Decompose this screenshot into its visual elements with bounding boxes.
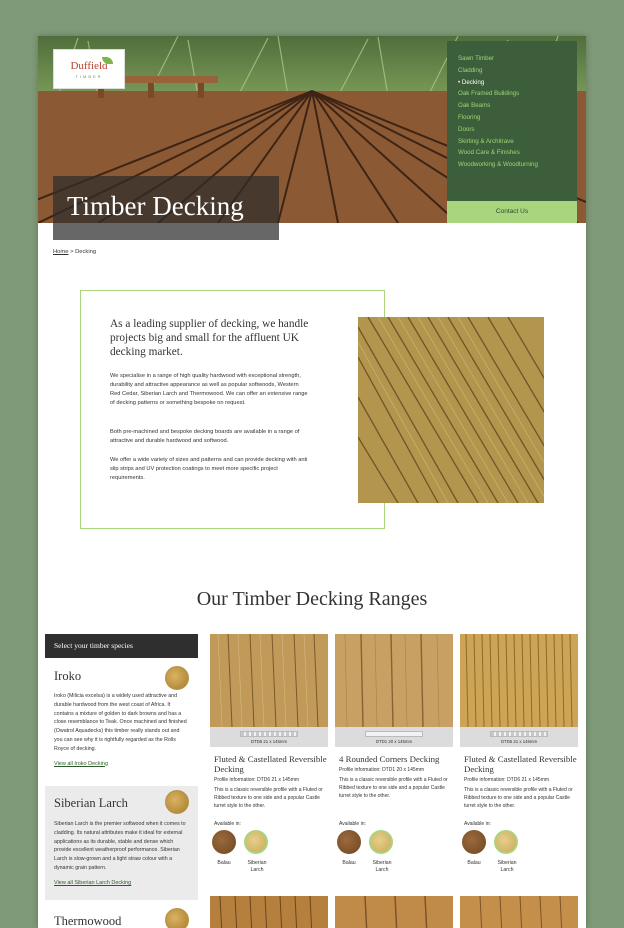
- nav-item-skirting[interactable]: Skirting & Architrave: [458, 136, 577, 148]
- product-profile: Profile information: DTD6 21 x 145mm: [214, 777, 300, 783]
- view-larch-link[interactable]: View all Siberian Larch Decking: [54, 880, 189, 886]
- product-title[interactable]: 4 Rounded Corners Decking: [335, 754, 453, 764]
- product-photo: [210, 634, 328, 727]
- product-image: DTD1 20 x 145mm: [335, 634, 453, 748]
- breadcrumb-current: Decking: [75, 249, 97, 255]
- profile-diagram: [490, 731, 548, 737]
- decking-photo: [358, 317, 544, 503]
- larch-swatch-icon[interactable]: [165, 790, 189, 814]
- balau-swatch-icon[interactable]: [462, 830, 486, 854]
- product-photo-next-2[interactable]: [335, 896, 453, 928]
- product-desc: This is a classic reversible profile wit…: [214, 787, 323, 810]
- product-profile: Profile information: DTD6 21 x 145mm: [464, 777, 550, 783]
- profile-strip: DTD6 21 x 145mm: [210, 727, 328, 747]
- product-image: DTD6 21 x 145mm: [460, 634, 578, 748]
- nav-item-oak-framed-buildings[interactable]: Oak Framed Buildings: [458, 88, 577, 100]
- view-iroko-link[interactable]: View all Iroko Decking: [54, 761, 189, 767]
- side-nav: Sawn Timber Cladding • Decking Oak Frame…: [447, 41, 577, 201]
- product-title[interactable]: Fluted & Castellated Reversible Decking: [210, 754, 328, 774]
- nav-item-woodworking[interactable]: Woodworking & Woodturning: [458, 159, 577, 171]
- larch-swatch-icon[interactable]: [369, 830, 393, 854]
- product-desc: This is a classic reversible profile wit…: [339, 777, 448, 800]
- larch-swatch-icon[interactable]: [244, 830, 268, 854]
- profile-diagram: [240, 731, 298, 737]
- profile-code: DTD1 20 x 145mm: [375, 739, 413, 744]
- balau-label: Balau: [217, 860, 231, 866]
- logo[interactable]: Duffield TIMBER: [53, 49, 125, 89]
- profile-strip: DTD6 21 x 145mm: [460, 727, 578, 747]
- balau-swatch-icon[interactable]: [337, 830, 361, 854]
- nav-item-sawn-timber[interactable]: Sawn Timber: [458, 53, 577, 65]
- available-label: Available in:: [339, 821, 366, 827]
- nav-item-doors[interactable]: Doors: [458, 124, 577, 136]
- product-desc: This is a classic reversible profile wit…: [464, 787, 573, 810]
- breadcrumb-home-link[interactable]: Home: [53, 249, 68, 255]
- profile-code: DTD6 21 x 145mm: [250, 739, 288, 744]
- larch-label: Siberian Larch: [372, 860, 392, 873]
- species-thermowood: Thermowood: [45, 908, 198, 928]
- nav-item-cladding[interactable]: Cladding: [458, 65, 577, 77]
- intro-heading: As a leading supplier of decking, we han…: [110, 318, 309, 358]
- species-iroko: Iroko Iroko (Milicia excelsa) is a widel…: [45, 666, 198, 780]
- available-label: Available in:: [214, 821, 241, 827]
- thermowood-swatch-icon[interactable]: [165, 908, 189, 928]
- species-siberian-larch: Siberian Larch Siberian Larch is the pre…: [45, 786, 198, 900]
- product-card[interactable]: DTD6 21 x 145mm Fluted & Castellated Rev…: [210, 634, 328, 894]
- intro-paragraph-1: We specialise in a range of high quality…: [110, 373, 308, 406]
- available-label: Available in:: [464, 821, 491, 827]
- intro-paragraph-3: We offer a wide variety of sizes and pat…: [110, 457, 308, 481]
- product-photo-next-3[interactable]: [460, 896, 578, 928]
- product-card[interactable]: DTD1 20 x 145mm 4 Rounded Corners Deckin…: [335, 634, 453, 894]
- product-profile: Profile information: DTD1 20 x 145mm: [339, 767, 425, 773]
- nav-item-wood-care[interactable]: Wood Care & Finishes: [458, 147, 577, 159]
- nav-item-decking[interactable]: • Decking: [458, 77, 577, 89]
- species-larch-desc: Siberian Larch is the premier softwood w…: [54, 821, 186, 871]
- profile-code: DTD6 21 x 145mm: [500, 739, 538, 744]
- nav-item-flooring[interactable]: Flooring: [458, 112, 577, 124]
- balau-label: Balau: [342, 860, 356, 866]
- page-title: Timber Decking: [53, 176, 279, 240]
- product-photo: [335, 634, 453, 727]
- breadcrumb-separator: >: [70, 249, 74, 255]
- profile-diagram: [365, 731, 423, 737]
- product-image: DTD6 21 x 145mm: [210, 634, 328, 748]
- product-card[interactable]: DTD6 21 x 145mm Fluted & Castellated Rev…: [460, 634, 578, 894]
- profile-strip: DTD1 20 x 145mm: [335, 727, 453, 747]
- product-title[interactable]: Fluted & Castellated Reversible Decking: [460, 754, 578, 774]
- product-photo-next-1[interactable]: [210, 896, 328, 928]
- larch-label: Siberian Larch: [497, 860, 517, 873]
- nav-item-oak-beams[interactable]: Oak Beams: [458, 100, 577, 112]
- species-iroko-desc: Iroko (Milicia excelsa) is a widely used…: [54, 693, 187, 752]
- balau-swatch-icon[interactable]: [212, 830, 236, 854]
- larch-label: Siberian Larch: [247, 860, 267, 873]
- product-photo: [460, 634, 578, 727]
- species-selector-heading: Select your timber species: [45, 634, 198, 658]
- logo-name: Duffield: [70, 60, 108, 72]
- nav-item-decking-label: Decking: [461, 78, 485, 86]
- logo-subtitle: TIMBER: [75, 74, 103, 79]
- contact-us-button[interactable]: Contact Us: [447, 201, 577, 223]
- balau-label: Balau: [467, 860, 481, 866]
- iroko-swatch-icon[interactable]: [165, 666, 189, 690]
- breadcrumb: Home > Decking: [53, 249, 96, 255]
- larch-swatch-icon[interactable]: [494, 830, 518, 854]
- page: Duffield TIMBER Sawn Timber Cladding • D…: [38, 36, 586, 928]
- ranges-heading: Our Timber Decking Ranges: [196, 588, 428, 610]
- intro-paragraph-2: Both pre-machined and bespoke decking bo…: [110, 429, 300, 444]
